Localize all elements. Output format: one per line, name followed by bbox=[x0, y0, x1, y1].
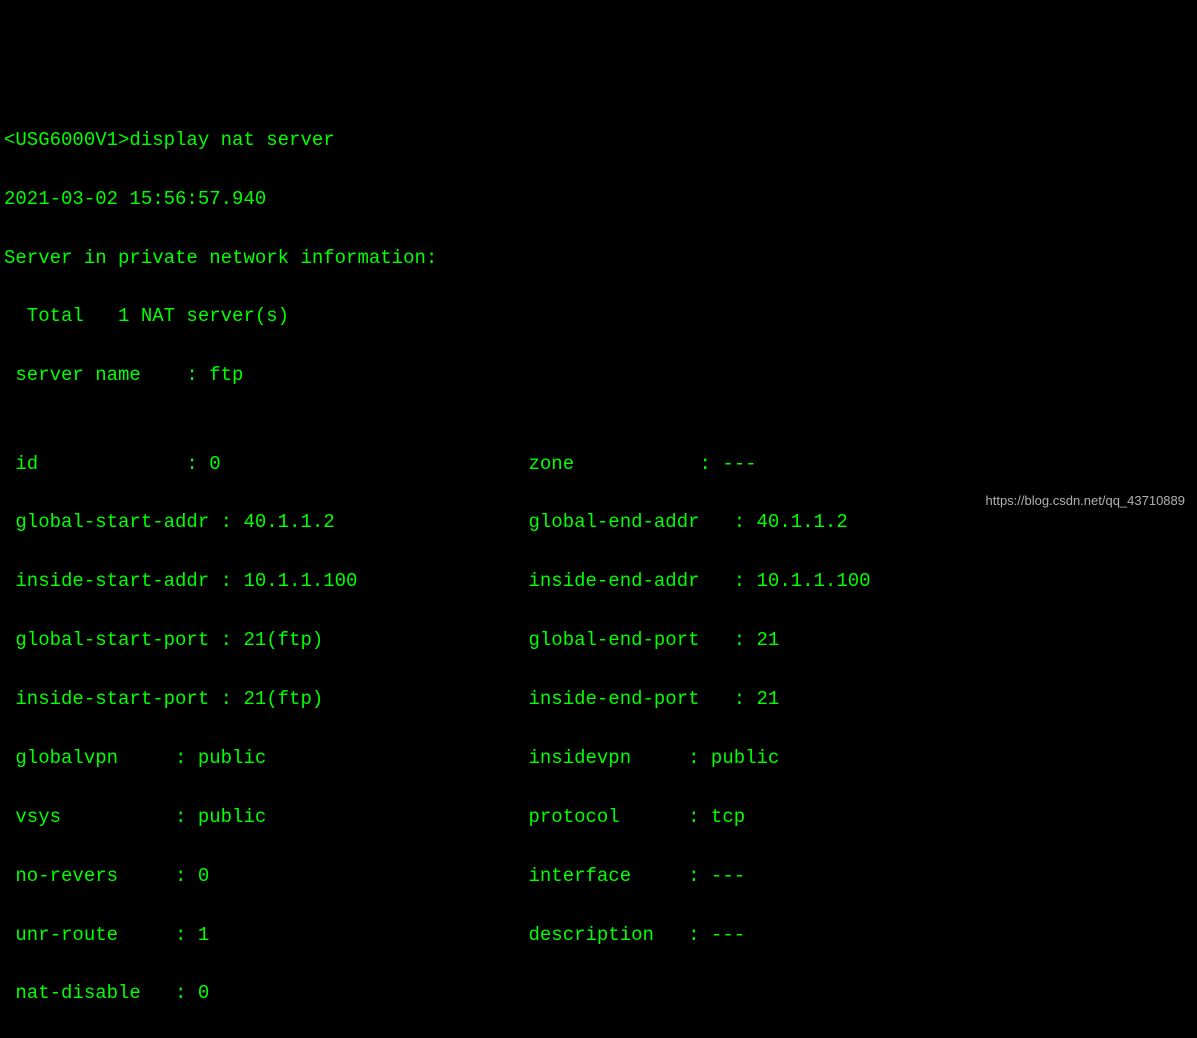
globalvpn-field: globalvpn : public bbox=[4, 744, 528, 773]
vsys-field: vsys : public bbox=[4, 803, 528, 832]
row-vsys-proto: vsys : publicprotocol : tcp bbox=[4, 803, 1193, 832]
unr-route-field: unr-route : 1 bbox=[4, 921, 528, 950]
row-inside-port: inside-start-port : 21(ftp)inside-end-po… bbox=[4, 685, 1193, 714]
row-inside-addr: inside-start-addr : 10.1.1.100inside-end… bbox=[4, 567, 1193, 596]
no-revers-field: no-revers : 0 bbox=[4, 862, 528, 891]
row-id-zone: id : 0zone : --- bbox=[4, 450, 1193, 479]
cmd-line-1: <USG6000V1>display nat server bbox=[4, 126, 1193, 155]
total-line: Total 1 NAT server(s) bbox=[4, 302, 1193, 331]
prompt: <USG6000V1> bbox=[4, 129, 129, 151]
global-start-port: global-start-port : 21(ftp) bbox=[4, 626, 528, 655]
nat-disable-line: nat-disable : 0 bbox=[4, 979, 1193, 1008]
row-vpn: globalvpn : publicinsidevpn : public bbox=[4, 744, 1193, 773]
global-end-port: global-end-port : 21 bbox=[528, 626, 779, 655]
insidevpn-field: insidevpn : public bbox=[528, 744, 779, 773]
inside-start-port: inside-start-port : 21(ftp) bbox=[4, 685, 528, 714]
inside-end-port: inside-end-port : 21 bbox=[528, 685, 779, 714]
inside-end-addr: inside-end-addr : 10.1.1.100 bbox=[528, 567, 870, 596]
global-start-addr: global-start-addr : 40.1.1.2 bbox=[4, 508, 528, 537]
server-name-line: server name : ftp bbox=[4, 361, 1193, 390]
row-global-addr: global-start-addr : 40.1.1.2global-end-a… bbox=[4, 508, 1193, 537]
header-line: Server in private network information: bbox=[4, 244, 1193, 273]
protocol-field: protocol : tcp bbox=[528, 803, 745, 832]
command-text: display nat server bbox=[129, 129, 334, 151]
watermark-text: https://blog.csdn.net/qq_43710889 bbox=[986, 491, 1186, 511]
inside-start-addr: inside-start-addr : 10.1.1.100 bbox=[4, 567, 528, 596]
description-field: description : --- bbox=[528, 921, 745, 950]
row-unr-desc: unr-route : 1description : --- bbox=[4, 921, 1193, 950]
global-end-addr: global-end-addr : 40.1.1.2 bbox=[528, 508, 847, 537]
row-norev-iface: no-revers : 0interface : --- bbox=[4, 862, 1193, 891]
interface-field: interface : --- bbox=[528, 862, 745, 891]
row-global-port: global-start-port : 21(ftp)global-end-po… bbox=[4, 626, 1193, 655]
id-field: id : 0 bbox=[4, 450, 528, 479]
zone-field: zone : --- bbox=[528, 450, 756, 479]
timestamp-line: 2021-03-02 15:56:57.940 bbox=[4, 185, 1193, 214]
